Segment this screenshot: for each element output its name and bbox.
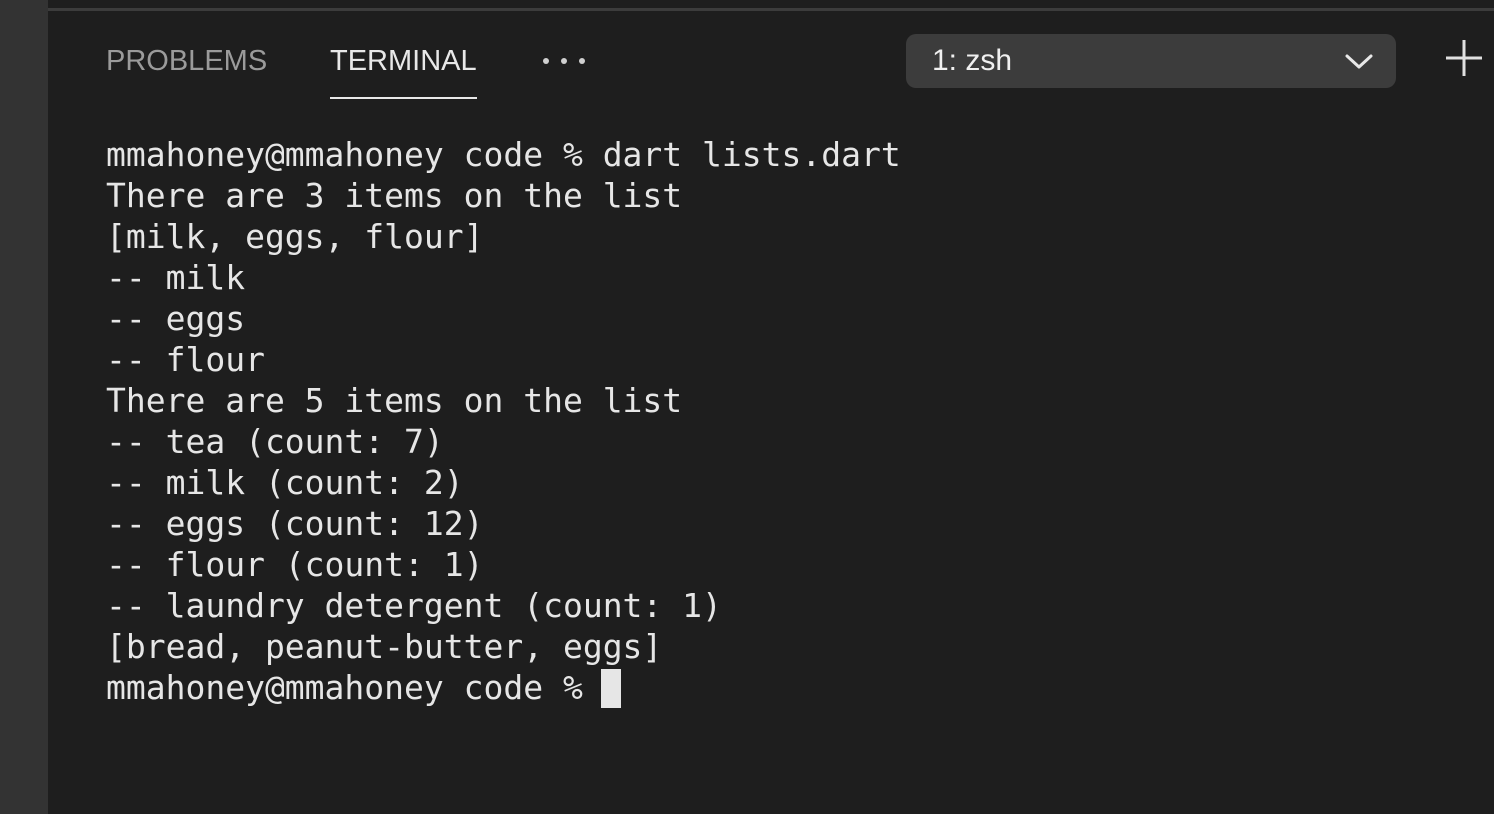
- terminal-line: -- milk: [106, 258, 246, 297]
- tab-terminal-label: TERMINAL: [330, 45, 477, 77]
- terminal-line: -- tea (count: 7): [106, 422, 444, 461]
- terminal-line: -- flour: [106, 340, 265, 379]
- terminal-cursor: [600, 669, 621, 708]
- terminal-line: -- eggs: [106, 299, 246, 338]
- terminal-line: -- eggs (count: 12): [106, 504, 484, 543]
- terminal-line: mmahoney@mmahoney code % dart lists.dart: [106, 135, 901, 174]
- terminal-prompt: mmahoney@mmahoney code %: [106, 668, 583, 707]
- ellipsis-icon[interactable]: [538, 46, 590, 76]
- terminal-line: -- milk (count: 2): [106, 463, 464, 502]
- terminal-line: There are 3 items on the list: [106, 176, 683, 215]
- activity-bar-edge: [0, 0, 48, 814]
- plus-icon[interactable]: [1444, 38, 1484, 78]
- panel-top-border: [48, 8, 1494, 11]
- terminal-output[interactable]: mmahoney@mmahoney code % dart lists.dart…: [106, 134, 1476, 708]
- terminal-line: [bread, peanut-butter, eggs]: [106, 627, 663, 666]
- chevron-down-icon: [1345, 54, 1373, 69]
- terminal-line: -- laundry detergent (count: 1): [106, 586, 722, 625]
- terminal-line: [milk, eggs, flour]: [106, 217, 484, 256]
- terminal-select-value: 1: zsh: [932, 44, 1013, 77]
- terminal-line: There are 5 items on the list: [106, 381, 683, 420]
- tab-terminal[interactable]: TERMINAL: [330, 40, 477, 100]
- tab-problems[interactable]: PROBLEMS: [106, 40, 267, 100]
- active-tab-indicator: [330, 97, 477, 99]
- terminal-prompt-line[interactable]: mmahoney@mmahoney code %: [106, 667, 1476, 708]
- terminal-panel: PROBLEMS TERMINAL 1: zsh mmahoney@mmahon…: [48, 0, 1494, 814]
- terminal-select-dropdown[interactable]: 1: zsh: [906, 34, 1396, 88]
- terminal-line: -- flour (count: 1): [106, 545, 484, 584]
